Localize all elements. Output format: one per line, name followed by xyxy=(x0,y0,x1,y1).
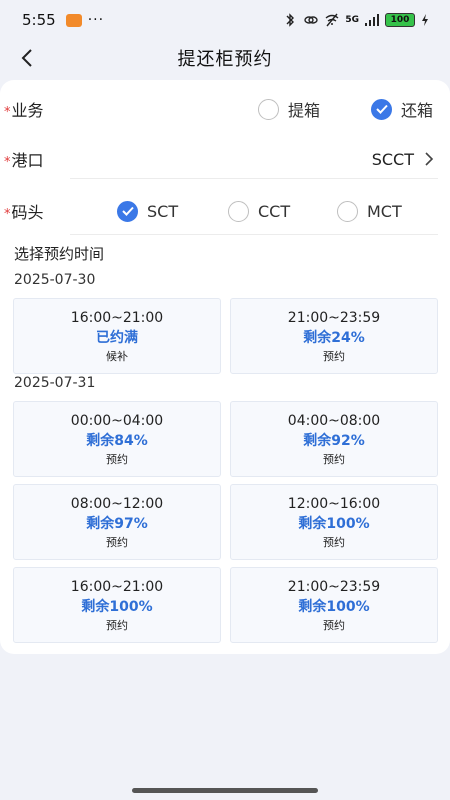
time-slot[interactable]: 08:00~12:00 剩余97% 预约 xyxy=(13,484,221,560)
radio-unchecked-icon xyxy=(228,200,249,222)
terminal-option-sct[interactable]: SCT xyxy=(117,200,179,222)
date-label: 2025-07-31 xyxy=(14,375,96,391)
business-row: *业务 提箱 还箱 xyxy=(0,84,450,134)
divider xyxy=(70,234,438,235)
radio-unchecked-icon xyxy=(337,200,358,222)
booking-form-card: *业务 提箱 还箱 *港口 SCCT *码头 SCT CCT MCT 选择预约时… xyxy=(0,80,450,654)
date-label: 2025-07-30 xyxy=(14,272,96,288)
bluetooth-icon xyxy=(286,13,295,27)
business-option-return-label: 还箱 xyxy=(401,101,434,120)
slot-status: 剩余92% xyxy=(303,433,365,449)
required-mark: * xyxy=(4,207,11,222)
back-arrow-icon[interactable] xyxy=(16,46,40,70)
business-option-return[interactable]: 还箱 xyxy=(371,97,433,121)
status-time: 5:55 xyxy=(22,11,56,29)
radio-checked-icon xyxy=(117,200,138,222)
slot-status: 剩余100% xyxy=(81,599,153,615)
network-type: 5G xyxy=(345,15,359,25)
status-icons: 5G 100 xyxy=(282,0,430,40)
terminal-option-mct[interactable]: MCT xyxy=(337,200,402,222)
slot-action: 候补 xyxy=(106,350,128,363)
slot-status: 已约满 xyxy=(96,330,138,346)
charging-icon xyxy=(422,14,428,26)
required-mark: * xyxy=(4,155,11,170)
time-slot[interactable]: 12:00~16:00 剩余100% 预约 xyxy=(230,484,438,560)
terminal-option-cct-label: CCT xyxy=(258,201,291,221)
navigation-bar: 提还柜预约 xyxy=(0,40,450,76)
required-mark: * xyxy=(4,105,11,120)
app-notification-icon xyxy=(65,13,82,27)
link-icon xyxy=(304,16,319,24)
terminal-option-sct-label: SCT xyxy=(147,201,179,221)
business-option-pickup[interactable]: 提箱 xyxy=(258,97,320,121)
battery-icon: 100 xyxy=(385,13,415,27)
booking-time-title: 选择预约时间 xyxy=(14,245,105,263)
status-bar: 5:55 ··· 5G 100 xyxy=(0,0,450,40)
time-slot[interactable]: 16:00~21:00 剩余100% 预约 xyxy=(13,567,221,643)
slot-status: 剩余97% xyxy=(86,516,148,532)
slot-action: 预约 xyxy=(323,619,345,632)
divider xyxy=(70,178,438,179)
terminal-row: *码头 SCT CCT MCT xyxy=(0,186,450,236)
chevron-right-icon xyxy=(425,152,434,166)
terminal-label: *码头 xyxy=(4,203,44,222)
more-notifications-icon: ··· xyxy=(87,12,105,28)
time-slot[interactable]: 21:00~23:59 剩余24% 预约 xyxy=(230,298,438,374)
business-option-pickup-label: 提箱 xyxy=(288,101,321,120)
time-slot[interactable]: 04:00~08:00 剩余92% 预约 xyxy=(230,401,438,477)
slot-action: 预约 xyxy=(323,453,345,466)
slot-status: 剩余24% xyxy=(303,330,365,346)
slot-time: 16:00~21:00 xyxy=(70,310,164,326)
port-selector[interactable]: SCCT xyxy=(372,150,434,169)
home-indicator[interactable] xyxy=(132,788,318,793)
slot-status: 剩余84% xyxy=(86,433,148,449)
slot-action: 预约 xyxy=(323,350,345,363)
radio-unchecked-icon xyxy=(258,98,279,120)
slot-action: 预约 xyxy=(106,619,128,632)
slot-action: 预约 xyxy=(106,453,128,466)
slot-status: 剩余100% xyxy=(298,599,370,615)
slot-action: 预约 xyxy=(106,536,128,549)
business-label: *业务 xyxy=(4,101,44,120)
signal-icon xyxy=(365,14,379,26)
terminal-option-mct-label: MCT xyxy=(367,201,402,221)
slot-time: 21:00~23:59 xyxy=(287,310,381,326)
radio-checked-icon xyxy=(371,98,392,120)
time-slot[interactable]: 16:00~21:00 已约满 候补 xyxy=(13,298,221,374)
slot-status: 剩余100% xyxy=(298,516,370,532)
terminal-option-cct[interactable]: CCT xyxy=(228,200,291,222)
slot-time: 21:00~23:59 xyxy=(287,579,381,595)
time-slot[interactable]: 21:00~23:59 剩余100% 预约 xyxy=(230,567,438,643)
port-row[interactable]: *港口 SCCT xyxy=(0,134,450,184)
slot-time: 16:00~21:00 xyxy=(70,579,164,595)
slot-action: 预约 xyxy=(323,536,345,549)
port-value: SCCT xyxy=(371,149,414,169)
slot-time: 12:00~16:00 xyxy=(287,496,381,512)
slot-time: 08:00~12:00 xyxy=(70,496,164,512)
page-title: 提还柜预约 xyxy=(177,49,273,70)
time-slot[interactable]: 00:00~04:00 剩余84% 预约 xyxy=(13,401,221,477)
slot-time: 00:00~04:00 xyxy=(70,413,164,429)
port-label: *港口 xyxy=(4,151,44,170)
slot-time: 04:00~08:00 xyxy=(287,413,381,429)
wifi-off-icon xyxy=(325,13,339,27)
